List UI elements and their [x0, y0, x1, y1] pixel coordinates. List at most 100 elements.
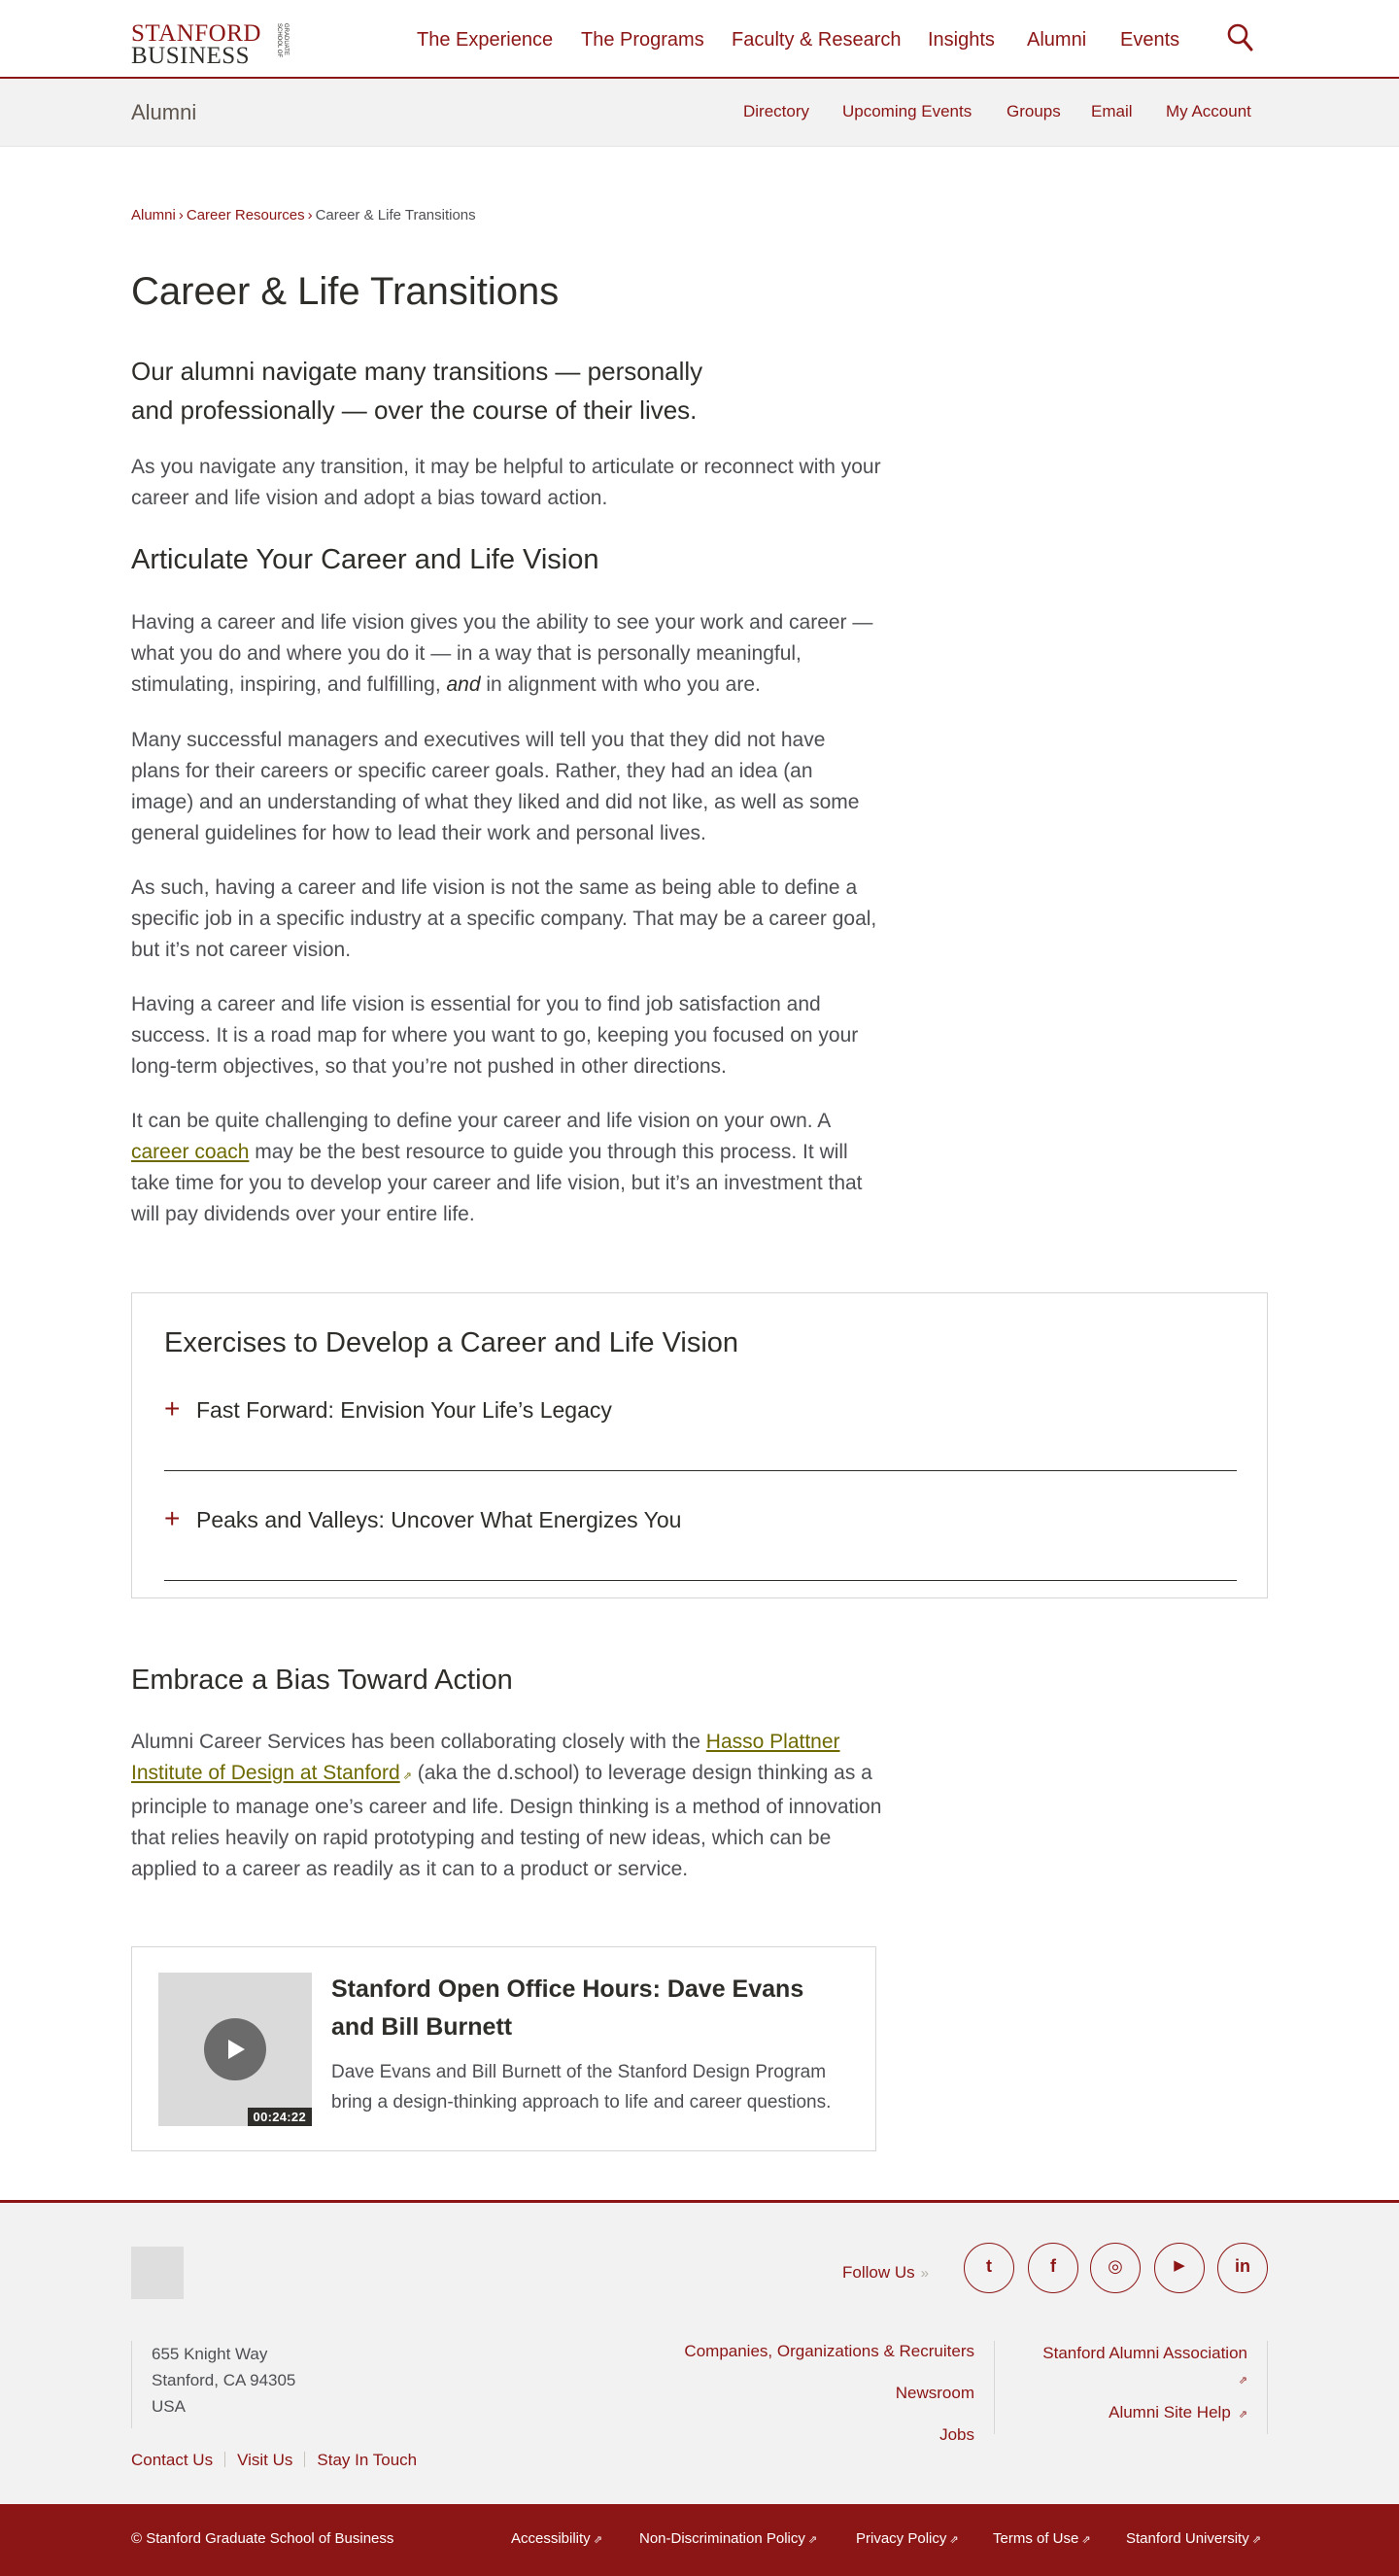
stanford-university-link[interactable]: Stanford University ⇗	[1126, 2530, 1261, 2547]
exercises-heading: Exercises to Develop a Career and Life V…	[164, 1327, 739, 1358]
vision-paragraph-3: As such, having a career and life vision…	[131, 876, 877, 961]
footer-right-links: Stanford Alumni Association ⇗ Alumni Site…	[994, 2341, 1268, 2434]
section-heading-bias-toward-action: Embrace a Bias Toward Action	[131, 1665, 513, 1696]
stanford-university-text: Stanford University	[1126, 2530, 1249, 2547]
video-card: 00:24:22 Stanford Open Office Hours: Dav…	[131, 1946, 876, 2151]
privacy-policy-text: Privacy Policy	[856, 2530, 947, 2547]
video-duration: 00:24:22	[247, 2108, 312, 2126]
vision-paragraph-5: It can be quite challenging to define yo…	[131, 1106, 889, 1230]
twitter-glyph: t	[986, 2256, 992, 2276]
subnav-item-upcoming-events[interactable]: Upcoming Events	[842, 102, 972, 121]
play-icon[interactable]	[204, 2018, 266, 2080]
accordion-item-fast-forward[interactable]: + Fast Forward: Envision Your Life’s Leg…	[164, 1393, 1237, 1471]
external-link-icon: ⇗	[1251, 2534, 1261, 2546]
breadcrumb-current: Career & Life Transitions	[315, 207, 476, 223]
nav-item-events[interactable]: Events	[1120, 29, 1179, 52]
external-link-icon: ⇗	[1081, 2534, 1091, 2546]
footer-address: 655 Knight Way Stanford, CA 94305 USA	[131, 2341, 295, 2428]
subnav-item-directory[interactable]: Directory	[743, 102, 809, 121]
accessibility-text: Accessibility	[511, 2530, 591, 2547]
nav-item-insights[interactable]: Insights	[928, 29, 995, 52]
privacy-policy-link[interactable]: Privacy Policy ⇗	[856, 2530, 959, 2547]
page-title: Career & Life Transitions	[131, 270, 560, 313]
nav-item-faculty-research[interactable]: Faculty & Research	[732, 29, 902, 52]
footer-link-stanford-alumni-association[interactable]: Stanford Alumni Association ⇗	[1024, 2341, 1247, 2393]
expand-plus-icon[interactable]: +	[164, 1503, 180, 1534]
footer-link-alumni-site-help[interactable]: Alumni Site Help ⇗	[1109, 2403, 1247, 2422]
follow-us-label: Follow Us »	[842, 2263, 929, 2283]
address-line-3: USA	[152, 2397, 186, 2416]
action-paragraph: Alumni Career Services has been collabor…	[131, 1727, 894, 1885]
non-discrimination-text: Non-Discrimination Policy	[639, 2530, 805, 2547]
exercises-box: Exercises to Develop a Career and Life V…	[131, 1292, 1268, 1598]
visit-us-link[interactable]: Visit Us	[237, 2451, 292, 2469]
non-discrimination-link[interactable]: Non-Discrimination Policy ⇗	[639, 2530, 817, 2547]
stay-in-touch-link[interactable]: Stay In Touch	[317, 2451, 417, 2469]
footer-link-newsroom[interactable]: Newsroom	[896, 2384, 974, 2403]
vision-p1-text-end: in alignment with who you are.	[480, 673, 761, 696]
legal-bar: © Stanford Graduate School of Business A…	[0, 2504, 1399, 2576]
subnav-item-groups[interactable]: Groups	[1007, 102, 1061, 121]
search-icon[interactable]	[1226, 22, 1255, 53]
section-heading-articulate: Articulate Your Career and Life Vision	[131, 544, 599, 575]
footer-logo[interactable]	[131, 2247, 184, 2299]
facebook-icon[interactable]: f	[1028, 2243, 1078, 2293]
subnav-item-email[interactable]: Email	[1091, 102, 1133, 121]
divider	[224, 2452, 226, 2467]
stanford-alumni-association-text: Stanford Alumni Association	[1042, 2344, 1247, 2362]
linkedin-glyph: in	[1235, 2256, 1250, 2276]
vision-p1-emphasis: and	[446, 673, 481, 696]
video-thumbnail[interactable]: 00:24:22	[158, 1973, 312, 2126]
footer-contact-links: Contact Us Visit Us Stay In Touch	[131, 2451, 417, 2470]
footer-link-jobs[interactable]: Jobs	[939, 2425, 974, 2445]
youtube-icon[interactable]: ▶	[1154, 2243, 1205, 2293]
external-link-icon: ⇗	[1238, 2375, 1247, 2387]
alumni-site-help-text: Alumni Site Help	[1109, 2403, 1231, 2421]
vision-paragraph-4: Having a career and life vision is essen…	[131, 993, 859, 1078]
accessibility-link[interactable]: Accessibility ⇗	[511, 2530, 602, 2547]
video-title[interactable]: Stanford Open Office Hours: Dave Evans a…	[331, 1971, 836, 2046]
copyright: © Stanford Graduate School of Business	[131, 2530, 394, 2547]
chevron-right-icon: »	[920, 2265, 929, 2282]
terms-of-use-link[interactable]: Terms of Use ⇗	[993, 2530, 1091, 2547]
instagram-glyph: ◎	[1108, 2256, 1123, 2276]
external-link-icon: ⇗	[807, 2534, 818, 2546]
address-line-2: Stanford, CA 94305	[152, 2371, 296, 2389]
external-link-icon: ⇗	[593, 2534, 602, 2546]
subnav-item-my-account[interactable]: My Account	[1166, 102, 1251, 121]
vision-p5-text: It can be quite challenging to define yo…	[131, 1110, 831, 1132]
breadcrumb-separator: ›	[307, 207, 313, 223]
accordion-title[interactable]: Peaks and Valleys: Uncover What Energize…	[196, 1507, 681, 1533]
section-subnav: Alumni Directory Upcoming Events Groups …	[0, 79, 1399, 147]
footer-link-companies[interactable]: Companies, Organizations & Recruiters	[684, 2342, 974, 2361]
external-link-icon: ⇗	[1238, 2409, 1247, 2421]
youtube-glyph: ▶	[1174, 2257, 1185, 2274]
facebook-glyph: f	[1050, 2256, 1056, 2276]
nav-item-the-programs[interactable]: The Programs	[581, 29, 704, 52]
instagram-icon[interactable]: ◎	[1090, 2243, 1141, 2293]
nav-item-the-experience[interactable]: The Experience	[417, 29, 553, 52]
follow-us-text: Follow Us	[842, 2263, 915, 2282]
contact-us-link[interactable]: Contact Us	[131, 2451, 213, 2469]
linkedin-icon[interactable]: in	[1217, 2243, 1268, 2293]
vision-paragraph-2: Many successful managers and executives …	[131, 729, 860, 844]
terms-of-use-text: Terms of Use	[993, 2530, 1079, 2547]
accordion-item-peaks-valleys[interactable]: + Peaks and Valleys: Uncover What Energi…	[164, 1503, 1237, 1581]
career-coach-link[interactable]: career coach	[131, 1141, 249, 1163]
section-title[interactable]: Alumni	[131, 100, 196, 125]
breadcrumb-alumni[interactable]: Alumni	[131, 207, 176, 223]
breadcrumb: Alumni › Career Resources › Career & Life Tr…	[131, 207, 476, 223]
twitter-icon[interactable]: t	[964, 2243, 1014, 2293]
accordion-title[interactable]: Fast Forward: Envision Your Life’s Legac…	[196, 1397, 612, 1424]
breadcrumb-separator: ›	[178, 207, 184, 223]
nav-item-alumni[interactable]: Alumni	[1027, 29, 1086, 52]
breadcrumb-career-resources[interactable]: Career Resources	[187, 207, 305, 223]
external-link-icon: ⇗	[402, 1770, 412, 1782]
vision-paragraph-1: Having a career and life vision gives yo…	[131, 607, 889, 701]
expand-plus-icon[interactable]: +	[164, 1393, 180, 1425]
action-p-text: Alumni Career Services has been collabor…	[131, 1731, 706, 1753]
external-link-icon: ⇗	[949, 2534, 959, 2546]
video-description: Dave Evans and Bill Burnett of the Stanf…	[331, 2062, 832, 2112]
site-footer: Follow Us » t f ◎ ▶ in 655 Knight Way Sta…	[0, 2200, 1399, 2504]
address-line-1: 655 Knight Way	[152, 2345, 268, 2363]
